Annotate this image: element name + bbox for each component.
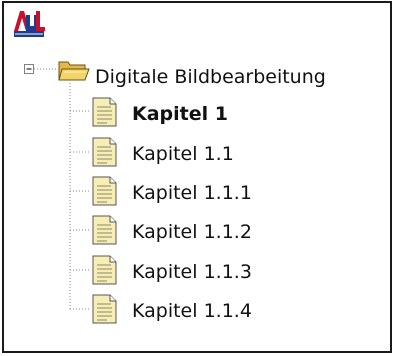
tree-root-label[interactable]: Digitale Bildbearbeitung (95, 65, 326, 89)
tree-item-kapitel-1-1-3[interactable]: Kapitel 1.1.3 (91, 255, 301, 287)
tree-item-kapitel-1-1-2[interactable]: Kapitel 1.1.2 (91, 215, 301, 247)
document-icon (92, 97, 117, 127)
document-icon (92, 215, 117, 245)
logo-icon (12, 7, 46, 39)
tree-item-kapitel-1[interactable]: Kapitel 1 (91, 97, 301, 129)
tree-item-kapitel-1-1[interactable]: Kapitel 1.1 (91, 137, 301, 169)
tree-item-label: Kapitel 1 (132, 103, 228, 125)
document-icon (92, 176, 117, 206)
minus-box-icon[interactable] (24, 64, 34, 74)
document-icon (92, 137, 117, 167)
tree-panel: Digitale Bildbearbeitung Kapitel 1 Kapit… (2, 1, 392, 353)
document-icon (92, 255, 117, 285)
tree-item-label: Kapitel 1.1.1 (132, 182, 252, 204)
tree-item-label: Kapitel 1.1 (132, 143, 234, 165)
tree-item-label: Kapitel 1.1.4 (132, 300, 252, 322)
tree-item-label: Kapitel 1.1.2 (132, 221, 252, 243)
tree-item-label: Kapitel 1.1.3 (132, 261, 252, 283)
tree-item-kapitel-1-1-1[interactable]: Kapitel 1.1.1 (91, 176, 301, 208)
document-icon (92, 294, 117, 324)
tree-item-kapitel-1-1-4[interactable]: Kapitel 1.1.4 (91, 294, 301, 326)
folder-open-icon (58, 61, 90, 81)
